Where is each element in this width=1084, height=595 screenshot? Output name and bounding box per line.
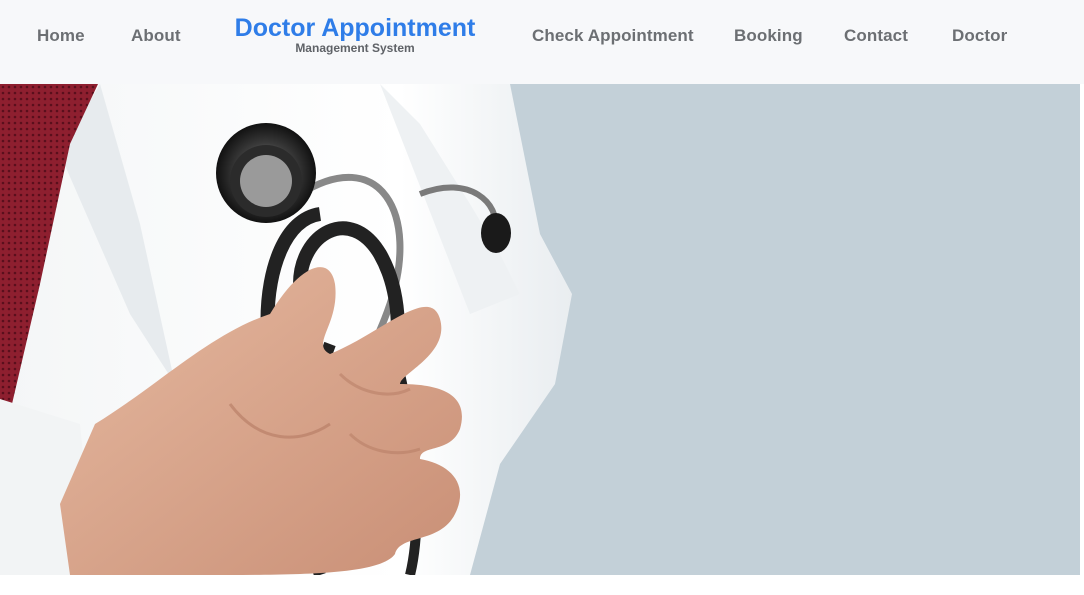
nav-booking-link[interactable]: Booking <box>734 26 803 46</box>
page-right-margin <box>1080 84 1084 575</box>
nav-check-appointment-link[interactable]: Check Appointment <box>532 26 694 46</box>
brand-logo[interactable]: Doctor Appointment Management System <box>228 13 482 55</box>
nav-home-link[interactable]: Home <box>37 26 85 46</box>
hero-image <box>0 84 1080 575</box>
hero-banner <box>0 84 1080 575</box>
brand-title: Doctor Appointment <box>234 14 476 42</box>
nav-doctor-link[interactable]: Doctor <box>952 26 1007 46</box>
top-navbar: Home About Doctor Appointment Management… <box>0 0 1084 84</box>
brand-subtitle: Management System <box>295 41 415 55</box>
nav-contact-link[interactable]: Contact <box>844 26 908 46</box>
nav-about-link[interactable]: About <box>131 26 181 46</box>
